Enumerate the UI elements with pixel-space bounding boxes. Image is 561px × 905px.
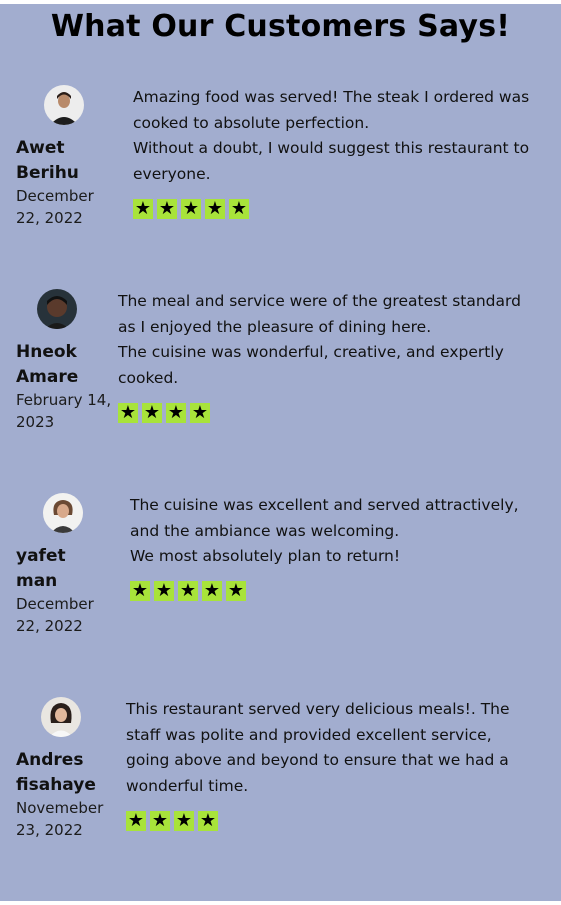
star-rating: ★ ★ ★ ★: [126, 811, 218, 831]
review-text-line: Without a doubt, I would suggest this re…: [133, 139, 530, 183]
review-text-line: The cuisine was wonderful, creative, and…: [118, 343, 504, 387]
avatar-man-dark-portrait-icon: [37, 289, 77, 329]
star-icon: ★: [130, 580, 150, 601]
star-rating: ★ ★ ★ ★: [118, 403, 210, 423]
star-icon: ★: [198, 810, 218, 831]
star-icon: ★: [166, 402, 186, 423]
review-text-line: This restaurant served very delicious me…: [126, 700, 510, 744]
star-icon: ★: [150, 810, 170, 831]
review-text-line: The cuisine was excellent and served att…: [130, 496, 519, 540]
star-icon: ★: [178, 580, 198, 601]
review-text: Amazing food was served! The steak I ord…: [133, 85, 543, 187]
review-text-line: going above and beyond to ensure that we…: [126, 751, 509, 795]
star-icon: ★: [181, 198, 201, 219]
review-text-line: Amazing food was served! The steak I ord…: [133, 88, 530, 132]
star-icon: ★: [126, 810, 146, 831]
avatar: [43, 493, 83, 533]
star-icon: ★: [154, 580, 174, 601]
avatar: [41, 697, 81, 737]
reviewer-name: Awet Berihu: [16, 138, 79, 183]
review-date: December 22, 2022: [16, 187, 94, 227]
star-icon: ★: [229, 198, 249, 219]
review-text: The cuisine was excellent and served att…: [130, 493, 540, 570]
star-rating: ★ ★ ★ ★ ★: [130, 581, 246, 601]
testimonials-section: What Our Customers Says! Awet Berihu Dec…: [0, 4, 561, 901]
star-icon: ★: [226, 580, 246, 601]
review-date: December 22, 2022: [16, 595, 94, 635]
avatar-man-portrait-icon: [44, 85, 84, 125]
review-text: This restaurant served very delicious me…: [126, 697, 541, 799]
avatar-woman-portrait-icon: [43, 493, 83, 533]
star-icon: ★: [133, 198, 153, 219]
avatar: [44, 85, 84, 125]
star-icon: ★: [157, 198, 177, 219]
section-title: What Our Customers Says!: [50, 9, 511, 44]
star-icon: ★: [202, 580, 222, 601]
avatar: [37, 289, 77, 329]
reviewer-name: Andres fisahaye: [16, 750, 96, 795]
review-text-line: We most absolutely plan to return!: [130, 547, 401, 565]
star-icon: ★: [118, 402, 138, 423]
review-text-line: The meal and service were of the greates…: [118, 292, 521, 336]
review-date: February 14, 2023: [16, 391, 112, 431]
avatar-woman-smiling-portrait-icon: [41, 697, 81, 737]
review-text: The meal and service were of the greates…: [118, 289, 543, 391]
review-date: Novemeber 23, 2022: [16, 799, 104, 839]
star-icon: ★: [205, 198, 225, 219]
reviewer-name: Hneok Amare: [16, 342, 79, 387]
star-icon: ★: [174, 810, 194, 831]
star-rating: ★ ★ ★ ★ ★: [133, 199, 249, 219]
star-icon: ★: [142, 402, 162, 423]
star-icon: ★: [190, 402, 210, 423]
reviewer-name: yafet man: [16, 546, 66, 591]
